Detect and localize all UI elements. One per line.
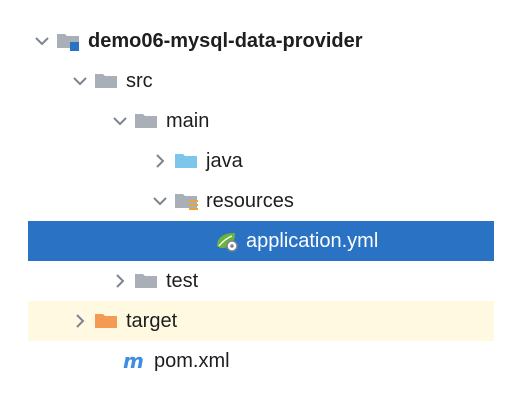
folder-icon — [134, 110, 160, 132]
tree-node-label: resources — [206, 190, 294, 212]
chevron-right-icon[interactable] — [66, 301, 94, 341]
maven-icon: m — [122, 350, 148, 372]
tree-node-label: demo06-mysql-data-provider — [88, 30, 363, 52]
tree-node-label: application.yml — [246, 230, 379, 252]
tree-node-label: pom.xml — [154, 350, 230, 372]
tree-node-label: src — [126, 70, 153, 92]
chevron-down-icon[interactable] — [146, 181, 174, 221]
spring-config-icon — [214, 230, 240, 252]
tree-node-java[interactable]: java — [28, 141, 494, 181]
source-folder-icon — [174, 150, 200, 172]
tree-node-root[interactable]: demo06-mysql-data-provider — [28, 21, 494, 61]
tree-node-pom[interactable]: m pom.xml — [28, 341, 494, 381]
excluded-folder-icon — [94, 310, 120, 332]
project-tree: demo06-mysql-data-provider src main java — [0, 0, 520, 410]
tree-node-application-yml[interactable]: application.yml — [28, 221, 494, 261]
chevron-down-icon[interactable] — [106, 101, 134, 141]
chevron-right-icon[interactable] — [146, 141, 174, 181]
chevron-right-icon[interactable] — [106, 261, 134, 301]
tree-node-target[interactable]: target — [28, 301, 494, 341]
tree-node-resources[interactable]: resources — [28, 181, 494, 221]
svg-text:m: m — [123, 350, 144, 372]
folder-icon — [94, 70, 120, 92]
tree-node-label: target — [126, 310, 178, 332]
chevron-down-icon[interactable] — [66, 61, 94, 101]
chevron-down-icon[interactable] — [28, 21, 56, 61]
tree-node-label: test — [166, 270, 199, 292]
module-folder-icon — [56, 30, 82, 52]
tree-node-test[interactable]: test — [28, 261, 494, 301]
tree-node-label: java — [206, 150, 243, 172]
resources-folder-icon — [174, 190, 200, 212]
tree-node-label: main — [166, 110, 210, 132]
tree-node-src[interactable]: src — [28, 61, 494, 101]
tree-node-main[interactable]: main — [28, 101, 494, 141]
folder-icon — [134, 270, 160, 292]
